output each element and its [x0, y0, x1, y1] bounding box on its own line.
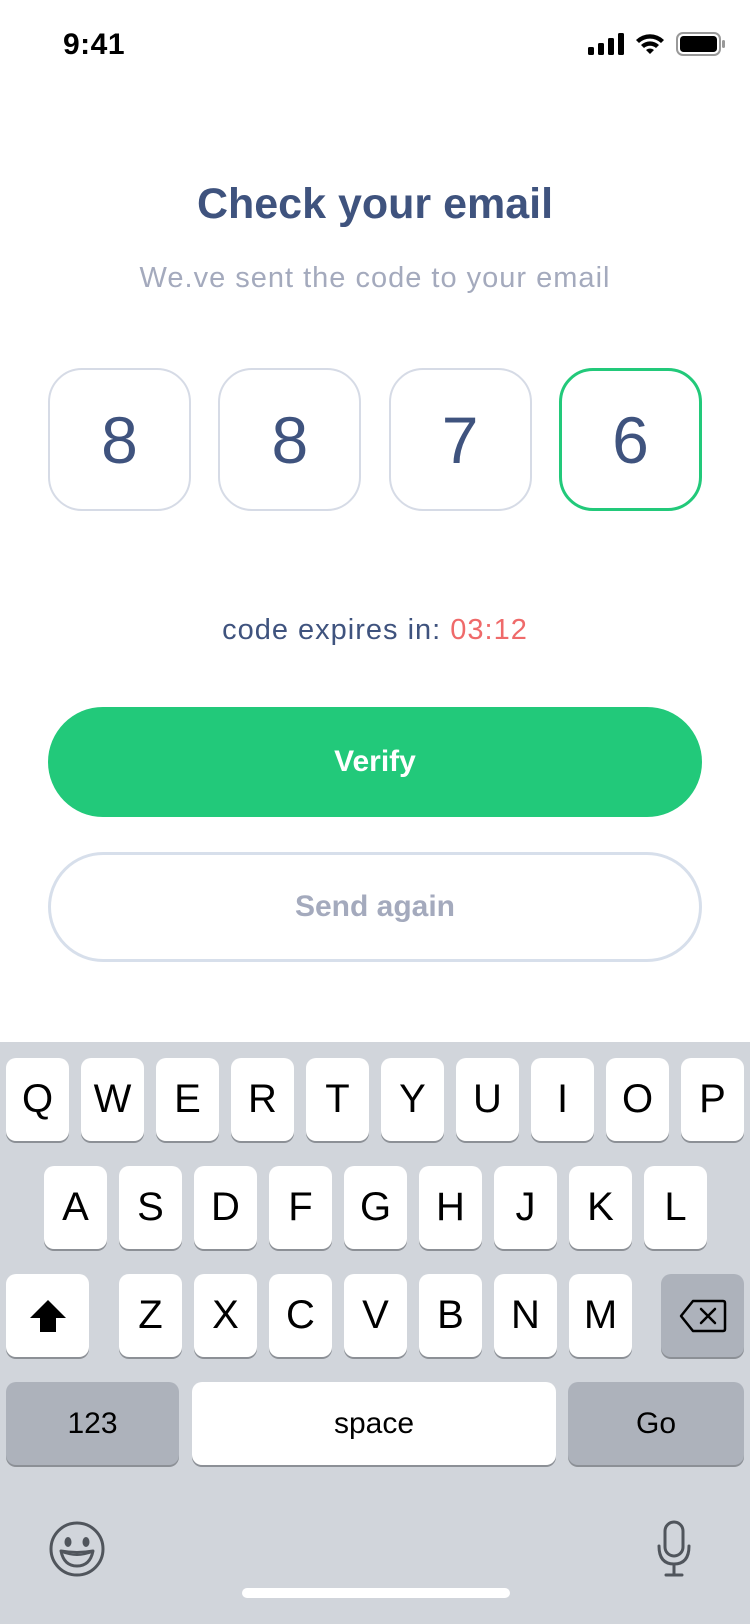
key-p[interactable]: P — [681, 1058, 744, 1141]
key-v[interactable]: V — [344, 1274, 407, 1357]
backspace-key[interactable] — [661, 1274, 744, 1357]
key-a[interactable]: A — [44, 1166, 107, 1249]
key-l[interactable]: L — [644, 1166, 707, 1249]
page-title: Check your email — [196, 180, 554, 228]
code-expiry: code expires in: 03:12 — [0, 614, 750, 647]
code-input-row: 8 8 7 6 — [48, 368, 702, 511]
key-b[interactable]: B — [419, 1274, 482, 1357]
key-u[interactable]: U — [456, 1058, 519, 1141]
microphone-icon — [657, 1520, 691, 1577]
code-digit-4[interactable]: 6 — [558, 368, 702, 511]
signal-icon — [588, 33, 624, 55]
key-x[interactable]: X — [194, 1274, 257, 1357]
key-q[interactable]: Q — [6, 1058, 69, 1141]
status-bar: 9:41 — [0, 0, 750, 94]
key-k[interactable]: K — [569, 1166, 632, 1249]
code-digit-1[interactable]: 8 — [48, 368, 191, 511]
go-key[interactable]: Go — [568, 1382, 744, 1465]
key-h[interactable]: H — [419, 1166, 482, 1249]
page-subtitle: We.ve sent the code to your email — [139, 262, 611, 294]
key-j[interactable]: J — [494, 1166, 557, 1249]
expiry-countdown: 03:12 — [450, 614, 528, 646]
send-again-button[interactable]: Send again — [48, 852, 702, 962]
key-m[interactable]: M — [569, 1274, 632, 1357]
home-indicator — [242, 1588, 510, 1598]
key-z[interactable]: Z — [119, 1274, 182, 1357]
space-key[interactable]: space — [192, 1382, 556, 1465]
emoji-button[interactable] — [48, 1520, 106, 1578]
key-g[interactable]: G — [344, 1166, 407, 1249]
key-y[interactable]: Y — [381, 1058, 444, 1141]
key-i[interactable]: I — [531, 1058, 594, 1141]
emoji-icon — [49, 1521, 105, 1577]
key-r[interactable]: R — [231, 1058, 294, 1141]
wifi-icon — [636, 34, 664, 54]
key-e[interactable]: E — [156, 1058, 219, 1141]
key-o[interactable]: O — [606, 1058, 669, 1141]
key-f[interactable]: F — [269, 1166, 332, 1249]
key-s[interactable]: S — [119, 1166, 182, 1249]
status-icons — [588, 32, 726, 56]
code-digit-2[interactable]: 8 — [218, 368, 362, 511]
key-d[interactable]: D — [194, 1166, 257, 1249]
code-digit-3[interactable]: 7 — [388, 368, 532, 511]
key-n[interactable]: N — [494, 1274, 557, 1357]
key-w[interactable]: W — [81, 1058, 144, 1141]
verify-button[interactable]: Verify — [48, 707, 702, 817]
shift-key[interactable] — [6, 1274, 89, 1357]
status-time: 9:41 — [63, 28, 126, 61]
shift-icon — [29, 1299, 66, 1332]
battery-icon — [676, 32, 725, 56]
dictation-button[interactable] — [656, 1520, 692, 1578]
key-c[interactable]: C — [269, 1274, 332, 1357]
numbers-key[interactable]: 123 — [6, 1382, 179, 1465]
expiry-label: code expires in: — [222, 614, 442, 646]
key-t[interactable]: T — [306, 1058, 369, 1141]
keyboard: Q W E R T Y U I O P A S D F G H J K L Z … — [0, 1042, 750, 1624]
backspace-icon — [679, 1299, 726, 1332]
